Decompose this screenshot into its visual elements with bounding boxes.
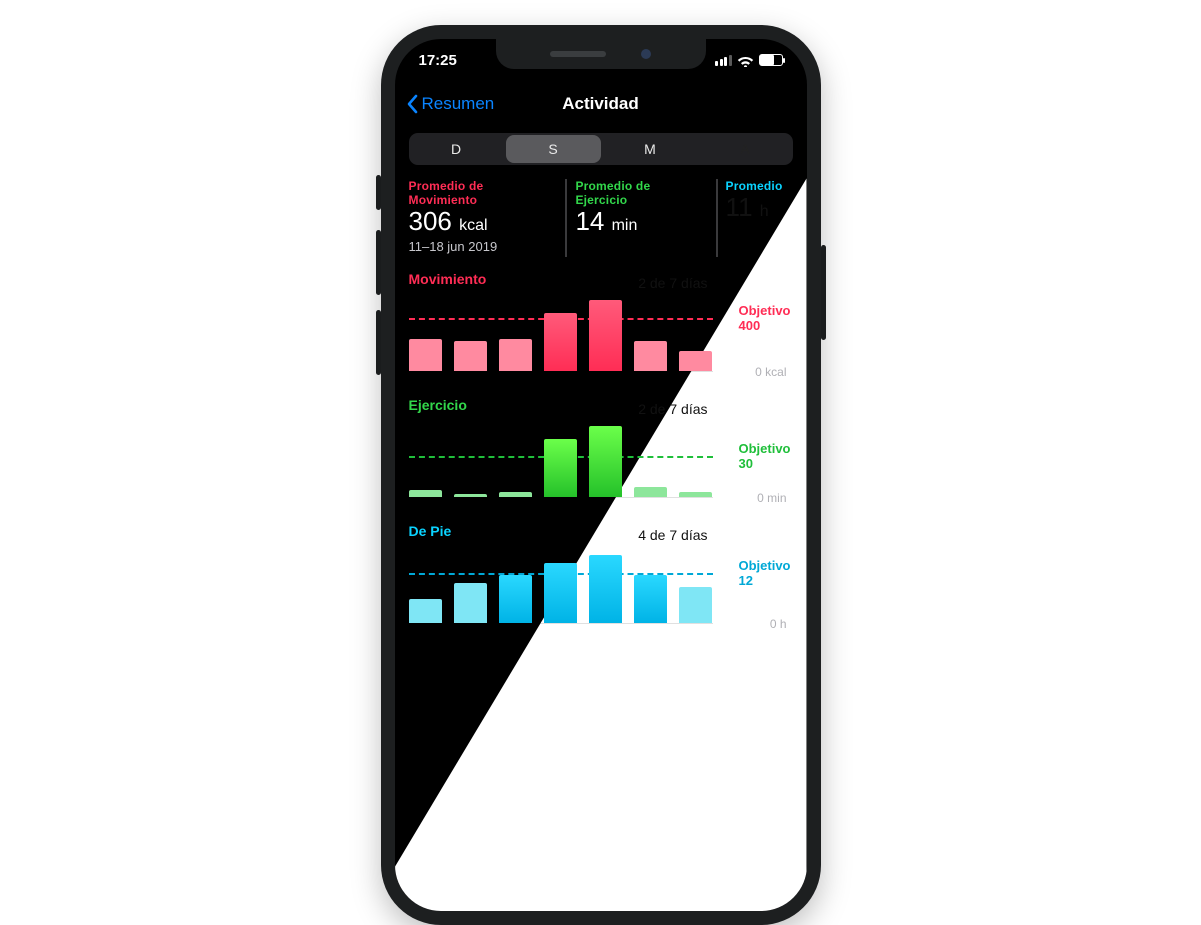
summary-stand-value: 11 h (726, 193, 783, 223)
chart-move-zero: 0 kcal (755, 365, 786, 379)
summary-ex-label: Promedio de Ejercicio (575, 179, 705, 207)
clock: 17:25 (419, 52, 457, 69)
volume-down (376, 310, 381, 375)
bar (499, 492, 532, 497)
chevron-left-icon (405, 94, 419, 114)
wifi-icon (737, 54, 754, 67)
bar (589, 426, 622, 497)
bar (589, 555, 622, 623)
summary-move: Promedio de Movimiento 306 kcal 11–18 ju… (409, 179, 566, 257)
chart-stand-goal: Objetivo 12 (738, 559, 790, 589)
divider (716, 179, 718, 257)
bar (409, 490, 442, 497)
chart-stand-bars (409, 551, 713, 623)
summary-date-range: 11–18 jun 2019 (409, 239, 556, 254)
back-label: Resumen (422, 94, 495, 114)
bar (679, 492, 712, 497)
chart-ex-goal: Objetivo 30 (738, 442, 790, 472)
chart-ex-count: 2 de 7 días (638, 401, 707, 417)
summary-ex-value: 14 min (575, 207, 705, 237)
bar (454, 341, 487, 371)
chart-stand-zero: 0 h (770, 617, 787, 631)
bar (409, 339, 442, 371)
bar (454, 583, 487, 623)
summary-stand-label: Promedio (726, 179, 783, 193)
canvas: 17:25 Resumen Actividad D S M (0, 0, 1201, 631)
segment-week[interactable]: S (506, 135, 601, 163)
divider (565, 179, 567, 257)
time-range-segment[interactable]: D S M A (409, 133, 793, 165)
chart-move-baseline (409, 371, 713, 372)
cellular-icon (715, 55, 732, 66)
chart-stand-title: De Pie (409, 523, 793, 539)
segment-day[interactable]: D (409, 133, 504, 165)
volume-up (376, 230, 381, 295)
chart-move-goal: Objetivo 400 (738, 304, 790, 334)
segment-year[interactable]: A (698, 133, 793, 165)
nav-bar: Resumen Actividad (395, 83, 807, 125)
bar (454, 494, 487, 497)
chart-ex-title: Ejercicio (409, 397, 793, 413)
chart-move: Movimiento 2 de 7 días Objetivo 400 0 kc… (409, 271, 793, 381)
chart-ex-zero: 0 min (757, 491, 786, 505)
power-button (821, 245, 826, 340)
bar (634, 487, 667, 497)
chart-stand-baseline (409, 623, 713, 624)
battery-icon (759, 54, 783, 66)
chart-exercise: Ejercicio 2 de 7 días Objetivo 30 0 min (409, 397, 793, 507)
summary-exercise: Promedio de Ejercicio 14 min (575, 179, 715, 257)
bar (634, 341, 667, 371)
bar (589, 300, 622, 371)
page-title: Actividad (562, 94, 639, 114)
activity-summary: Promedio de Movimiento 306 kcal 11–18 ju… (409, 179, 793, 257)
mute-switch (376, 175, 381, 210)
bar (679, 351, 712, 371)
bar (634, 575, 667, 623)
chart-ex-baseline (409, 497, 713, 498)
bar (544, 439, 577, 497)
summary-move-value: 306 kcal (409, 207, 556, 237)
chart-stand-count: 4 de 7 días (638, 527, 707, 543)
bar (499, 575, 532, 623)
bar (544, 563, 577, 623)
bar (499, 339, 532, 371)
bar (679, 587, 712, 623)
chart-move-bars (409, 299, 713, 371)
bar (409, 599, 442, 623)
phone-screen: 17:25 Resumen Actividad D S M (395, 39, 807, 911)
notch (496, 39, 706, 69)
chart-ex-bars (409, 425, 713, 497)
chart-move-title: Movimiento (409, 271, 793, 287)
speaker-grille (550, 51, 606, 57)
phone-frame: 17:25 Resumen Actividad D S M (381, 25, 821, 925)
summary-move-label: Promedio de Movimiento (409, 179, 556, 207)
chart-move-count: 2 de 7 días (638, 275, 707, 291)
bar (544, 313, 577, 372)
segment-month[interactable]: M (603, 133, 698, 165)
summary-stand: Promedio 11 h (726, 179, 793, 257)
front-camera (641, 49, 651, 59)
back-button[interactable]: Resumen (405, 94, 495, 114)
chart-stand: De Pie 4 de 7 días Objetivo 12 0 h (409, 523, 793, 633)
